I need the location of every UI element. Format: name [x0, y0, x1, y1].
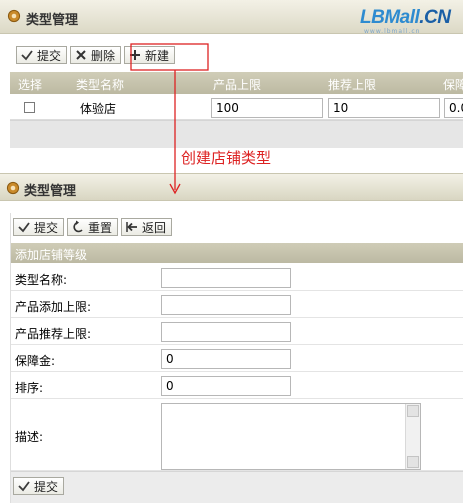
list-toolbar: 提交 删除 新建 [16, 46, 176, 64]
submit-button[interactable]: 提交 [16, 46, 68, 64]
panel-titlebar-2: 类型管理 [0, 173, 463, 201]
deposit-input[interactable]: 0.0 [444, 98, 463, 118]
submit-label: 提交 [37, 48, 62, 63]
reset-arrow-icon [73, 220, 83, 233]
reset-button[interactable]: 重置 [67, 218, 119, 236]
product-add-limit-label: 产品添加上限: [15, 300, 92, 314]
sort-input[interactable]: 0 [161, 376, 291, 396]
back-label: 返回 [142, 220, 167, 235]
panel-title: 类型管理 [26, 13, 79, 28]
header-recommend-limit: 推荐上限 [328, 78, 377, 92]
back-button[interactable]: 返回 [121, 218, 173, 236]
form-section-header: 添加店铺等级 [11, 243, 463, 263]
sort-label: 排序: [15, 381, 44, 395]
row-checkbox[interactable] [24, 102, 35, 113]
header-select: 选择 [18, 78, 43, 92]
scroll-up-icon[interactable] [407, 405, 419, 417]
gear-icon [6, 181, 20, 195]
table-footer-band [10, 120, 463, 148]
deposit-input-form[interactable]: 0 [161, 349, 291, 369]
checkmark-icon [21, 50, 33, 61]
header-type-name: 类型名称 [76, 78, 125, 92]
type-management-panel-list: 类型管理 LBMall.CN www.lbmall.cn 提交 删除 新建 选择… [0, 0, 463, 150]
textarea-scrollbar[interactable] [405, 404, 420, 469]
product-recommend-limit-input[interactable] [161, 322, 291, 342]
plus-icon [130, 50, 141, 60]
back-arrow-icon [126, 222, 138, 232]
new-label: 新建 [145, 48, 170, 63]
product-recommend-limit-label: 产品推荐上限: [15, 327, 92, 341]
form-submit-label: 提交 [34, 220, 59, 235]
form-row-product-add-limit: 产品添加上限: [11, 292, 463, 318]
deposit-label: 保障金: [15, 354, 56, 368]
header-product-limit: 产品上限 [213, 78, 262, 92]
lbmall-logo: LBMall.CN www.lbmall.cn [360, 7, 451, 35]
form-toolbar: 提交 重置 返回 [13, 218, 173, 236]
form-row-type-name: 类型名称: [11, 265, 463, 291]
panel-title-2: 类型管理 [24, 184, 77, 199]
table-row: 体验店 100 10 0.0 [10, 94, 463, 120]
delete-label: 删除 [91, 48, 116, 63]
annotation-label: 创建店铺类型 [181, 149, 272, 167]
description-textarea[interactable] [161, 403, 421, 470]
product-add-limit-input[interactable] [161, 295, 291, 315]
form-row-sort: 排序: 0 [11, 373, 463, 399]
scroll-down-icon[interactable] [407, 456, 419, 468]
delete-x-icon [76, 50, 86, 60]
panel-titlebar: 类型管理 LBMall.CN www.lbmall.cn [0, 0, 463, 35]
form-row-deposit: 保障金: 0 [11, 346, 463, 372]
table-header: 选择 类型名称 产品上限 推荐上限 保障 [10, 72, 463, 94]
form-footer: 提交 [11, 471, 463, 503]
header-deposit: 保障 [443, 78, 463, 92]
type-name-cell[interactable]: 体验店 [75, 97, 177, 117]
type-name-label: 类型名称: [15, 273, 68, 287]
type-management-panel-form: 类型管理 提交 重置 返回 添加店铺等级 类型名称: 产品添加上限: 产品推荐上… [0, 173, 463, 503]
gear-icon [7, 9, 21, 23]
type-name-input[interactable] [161, 268, 291, 288]
description-label: 描述: [15, 430, 44, 444]
form-submit-button[interactable]: 提交 [13, 218, 65, 236]
form-row-description: 描述: [11, 400, 463, 471]
new-button[interactable]: 新建 [124, 46, 176, 64]
footer-toolbar: 提交 [13, 477, 65, 495]
checkmark-icon [18, 481, 30, 492]
footer-submit-label: 提交 [34, 479, 59, 494]
add-type-form: 提交 重置 返回 添加店铺等级 类型名称: 产品添加上限: 产品推荐上限: 保障 [10, 213, 463, 503]
form-row-product-recommend-limit: 产品推荐上限: [11, 319, 463, 345]
reset-label: 重置 [88, 220, 113, 235]
delete-button[interactable]: 删除 [70, 46, 122, 64]
recommend-limit-input[interactable]: 10 [328, 98, 440, 118]
checkmark-icon [18, 222, 30, 233]
footer-submit-button[interactable]: 提交 [13, 477, 65, 495]
product-limit-input[interactable]: 100 [211, 98, 323, 118]
